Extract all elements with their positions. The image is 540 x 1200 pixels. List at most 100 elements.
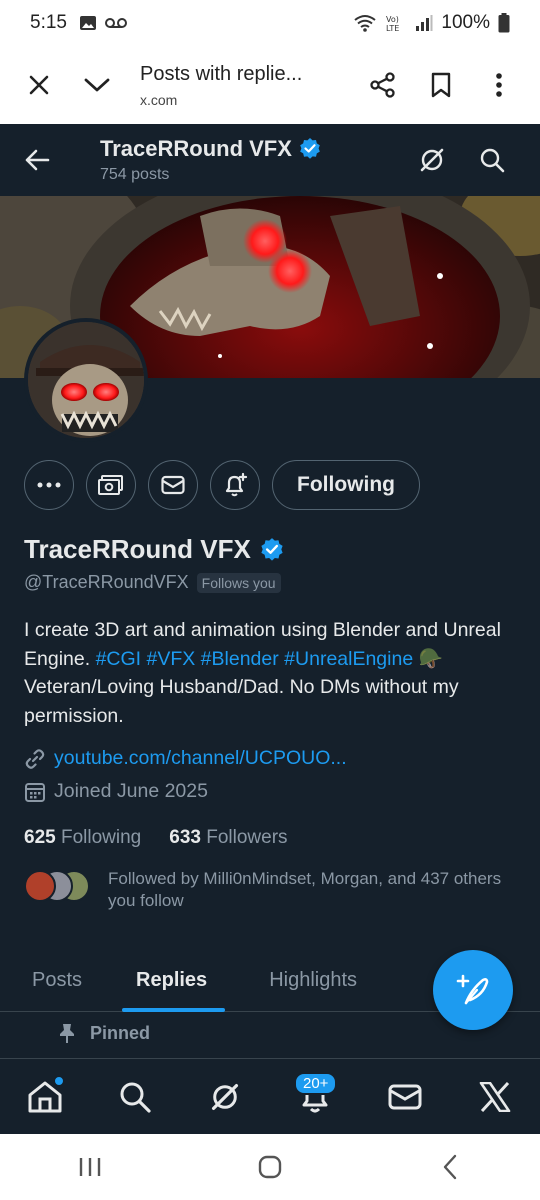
search-icon — [120, 1082, 151, 1113]
tab-posts[interactable]: Posts — [0, 948, 98, 1012]
notifications-toggle-button[interactable] — [210, 460, 260, 510]
verified-badge-icon — [300, 138, 320, 159]
following-label: Following — [60, 827, 142, 848]
message-button[interactable] — [148, 460, 198, 510]
share-icon — [370, 72, 395, 98]
pinned-post-label: Pinned — [58, 1022, 150, 1044]
following-button[interactable]: Following — [272, 460, 420, 510]
browser-toolbar: Posts with replie... x.com — [0, 46, 540, 124]
handle-row: @TraceRRoundVFX Follows you — [24, 572, 281, 593]
nav-x[interactable] — [460, 1062, 530, 1132]
bell-plus-icon — [225, 472, 248, 497]
grok-icon — [211, 1083, 239, 1110]
profile-avatar[interactable] — [24, 318, 148, 442]
bookmark-button[interactable] — [412, 56, 470, 114]
profile-website-link[interactable]: youtube.com/channel/UCPOUO... — [54, 747, 347, 770]
svg-text:LTE: LTE — [386, 24, 399, 32]
signal-icon — [416, 15, 433, 31]
home-system-button[interactable] — [240, 1142, 300, 1192]
follow-stats: 625 Following 633 Followers — [24, 827, 288, 849]
minimize-tab-button[interactable] — [68, 56, 126, 114]
search-icon — [480, 148, 505, 173]
tab-replies[interactable]: Replies — [98, 948, 249, 1012]
more-vertical-icon — [496, 73, 502, 97]
more-horizontal-icon — [37, 482, 61, 488]
mail-icon — [388, 1084, 422, 1109]
more-options-button[interactable] — [24, 460, 74, 510]
tab-highlights[interactable]: Highlights — [249, 948, 373, 1012]
following-count: 625 — [24, 827, 56, 848]
header-name: TraceRRound VFX — [100, 136, 292, 161]
status-bar: 5:15 Vo) LTE 100% — [0, 0, 540, 46]
profile-handle: @TraceRRoundVFX — [24, 572, 189, 592]
followed-by-avatars — [24, 870, 90, 904]
notifications-badge: 20+ — [294, 1071, 338, 1095]
calendar-icon — [25, 782, 45, 802]
home-circle-icon — [258, 1155, 282, 1179]
back-system-button[interactable] — [420, 1142, 480, 1192]
battery-icon — [498, 13, 510, 33]
system-navigation-bar — [0, 1134, 540, 1200]
profile-name-row: TraceRRound VFX — [24, 534, 285, 565]
page-title-area[interactable]: Posts with replie... x.com — [140, 63, 354, 108]
follows-you-badge: Follows you — [196, 572, 281, 593]
grok-icon — [420, 148, 444, 172]
nav-search[interactable] — [100, 1062, 170, 1132]
profile-header-bar: TraceRRound VFX 754 posts — [0, 124, 540, 196]
link-icon — [25, 748, 45, 769]
following-stat[interactable]: 625 Following — [24, 827, 141, 849]
nav-grok[interactable] — [190, 1062, 260, 1132]
nav-notifications[interactable]: 20+ — [280, 1062, 350, 1132]
more-menu-button[interactable] — [470, 56, 528, 114]
back-button[interactable] — [0, 124, 74, 196]
profile-website-row: youtube.com/channel/UCPOUO... — [24, 747, 347, 770]
followed-by-row[interactable]: Followed by Milli0nMindset, Morgan, and … — [24, 868, 508, 912]
profile-name: TraceRRound VFX — [24, 534, 251, 564]
mail-icon — [161, 475, 185, 495]
search-button[interactable] — [462, 130, 522, 190]
active-tab-indicator — [122, 1008, 226, 1012]
recent-apps-button[interactable] — [60, 1142, 120, 1192]
money-icon — [98, 475, 123, 495]
nav-messages[interactable] — [370, 1062, 440, 1132]
svg-text:Vo): Vo) — [386, 15, 399, 24]
recent-apps-icon — [79, 1158, 101, 1176]
profile-bio: I create 3D art and animation using Blen… — [24, 616, 520, 730]
bio-hashtags[interactable]: #CGI #VFX #Blender — [96, 648, 279, 670]
compose-post-button[interactable] — [433, 950, 513, 1030]
x-logo-icon — [479, 1081, 511, 1112]
close-tab-button[interactable] — [10, 56, 68, 114]
followed-by-text: Followed by Milli0nMindset, Morgan, and … — [108, 869, 502, 910]
header-post-count: 754 posts — [100, 166, 170, 183]
gallery-icon — [79, 16, 96, 30]
arrow-left-icon — [25, 149, 50, 171]
profile-joined-date: Joined June 2025 — [54, 780, 208, 802]
bio-hashtag-unrealengine[interactable]: #UnrealEngine — [284, 648, 413, 670]
avatar-image — [28, 322, 144, 438]
verified-badge-icon — [261, 537, 283, 561]
tab-posts-label: Posts — [32, 968, 83, 991]
grok-button[interactable] — [402, 130, 462, 190]
wifi-icon — [354, 15, 377, 32]
nav-home[interactable] — [10, 1062, 80, 1132]
compose-feather-icon — [456, 974, 489, 1005]
chevron-left-icon — [443, 1154, 457, 1180]
tab-highlights-label: Highlights — [269, 968, 358, 991]
bookmark-icon — [431, 72, 451, 98]
tab-replies-label: Replies — [136, 968, 208, 991]
close-icon — [29, 75, 49, 95]
voicemail-icon — [104, 18, 127, 28]
subscribe-button[interactable] — [86, 460, 136, 510]
home-unread-dot — [54, 1075, 64, 1086]
bottom-navigation: 20+ — [0, 1058, 540, 1134]
battery-percent: 100% — [441, 12, 490, 33]
share-button[interactable] — [354, 56, 412, 114]
followers-stat[interactable]: 633 Followers — [169, 827, 287, 849]
profile-joined-row: Joined June 2025 — [24, 780, 208, 803]
chevron-down-icon — [84, 78, 110, 92]
pin-icon — [60, 1024, 74, 1043]
followers-label: Followers — [206, 827, 288, 848]
volte-icon: Vo)LTE — [386, 15, 399, 32]
status-time: 5:15 — [30, 12, 67, 33]
profile-actions: Following — [24, 460, 420, 510]
